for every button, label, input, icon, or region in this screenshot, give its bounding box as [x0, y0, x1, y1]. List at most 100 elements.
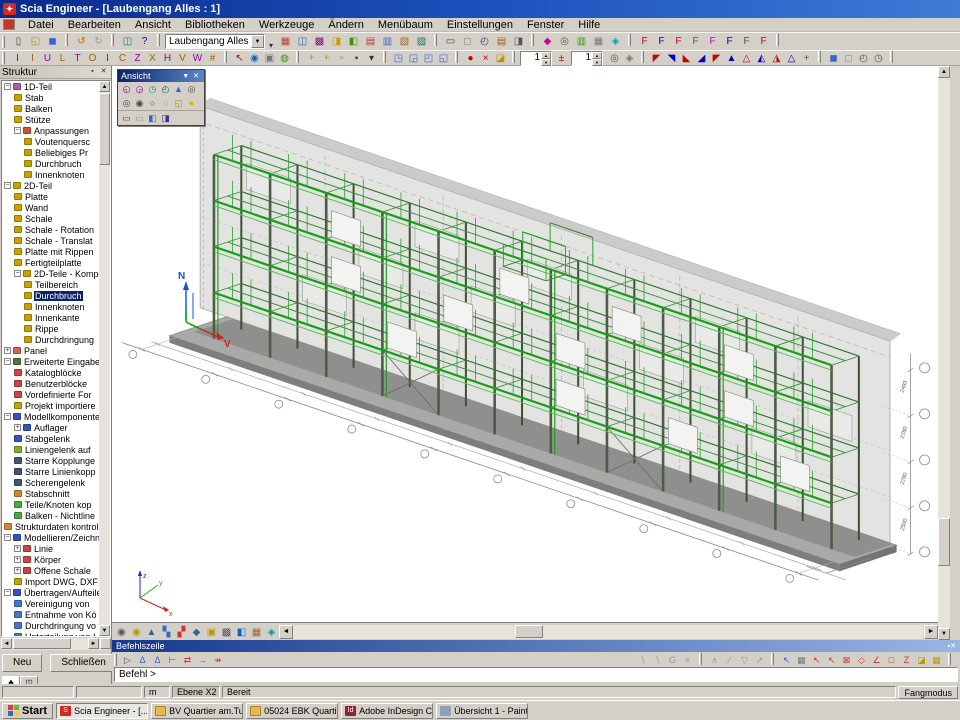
- scroll-left-icon[interactable]: ◄: [279, 625, 293, 639]
- member-icon[interactable]: ▣: [262, 51, 277, 66]
- tree-item-durchdringung-vo[interactable]: Durchdringung vo: [2, 620, 99, 631]
- profile-9-icon[interactable]: Z: [130, 51, 145, 66]
- zoom-2-icon[interactable]: ◎: [607, 51, 622, 66]
- ref-11-icon[interactable]: +: [799, 51, 814, 66]
- tree-item-innenknoten[interactable]: Innenknoten: [2, 169, 99, 180]
- tree-expander-icon[interactable]: +: [14, 567, 21, 574]
- save-view-icon[interactable]: ◼: [826, 51, 841, 66]
- tree-item-durchbruch[interactable]: Durchbruch: [2, 290, 99, 301]
- help-icon[interactable]: ?: [136, 34, 153, 49]
- toolbar-grip[interactable]: [434, 34, 437, 46]
- open-icon[interactable]: ◱: [27, 34, 44, 49]
- tree-item-unterteilung-von-i[interactable]: Unterteilung von I: [2, 631, 99, 637]
- frame-5-icon[interactable]: F: [704, 34, 721, 49]
- snap-line-icon[interactable]: ∖: [635, 653, 650, 666]
- tree-item-linie[interactable]: +Linie: [2, 543, 99, 554]
- copy-1-icon[interactable]: ◳: [391, 51, 406, 66]
- tree-expander-icon[interactable]: −: [4, 182, 11, 189]
- tree-item-import-dwg-dxf[interactable]: Import DWG, DXF: [2, 576, 99, 587]
- tree-expander-icon[interactable]: −: [4, 413, 11, 420]
- gallery-icon[interactable]: ◈: [607, 34, 624, 49]
- tree-item-teilbereich[interactable]: Teilbereich: [2, 279, 99, 290]
- activity-3-icon[interactable]: ▩: [311, 34, 328, 49]
- ref-7-icon[interactable]: △: [739, 51, 754, 66]
- redo-icon[interactable]: ↻: [90, 34, 107, 49]
- tree-expander-icon[interactable]: +: [14, 545, 21, 552]
- tree-item-innenknoten[interactable]: Innenknoten: [2, 301, 99, 312]
- tree-item-2d-teil[interactable]: −2D-Teil: [2, 180, 99, 191]
- print-icon[interactable]: ▭: [442, 34, 459, 49]
- snap-poly-icon[interactable]: ◇: [854, 653, 869, 666]
- scroll-up-icon[interactable]: ▲: [99, 81, 110, 92]
- taskbar-task[interactable]: BV Quartier am.Tu...: [151, 703, 243, 719]
- load-view-icon[interactable]: ◻: [841, 51, 856, 66]
- profile-3-icon[interactable]: U: [40, 51, 55, 66]
- volume-icon[interactable]: ▚: [159, 625, 174, 639]
- dir-y-icon[interactable]: →: [195, 653, 210, 666]
- tree-item-balken-nichtline[interactable]: Balken - Nichtline: [2, 510, 99, 521]
- tree-expander-icon[interactable]: −: [4, 358, 11, 365]
- tree-item-panel[interactable]: +Panel: [2, 345, 99, 356]
- zoom-in-icon[interactable]: ◎: [120, 97, 133, 109]
- zoom-window-icon[interactable]: ◎: [185, 83, 198, 95]
- snap-mid-icon[interactable]: ↖: [824, 653, 839, 666]
- close-icon[interactable]: ✕: [950, 642, 956, 650]
- shade-2-icon[interactable]: ◨: [159, 112, 172, 124]
- results-icon[interactable]: ▥: [573, 34, 590, 49]
- profile-7-icon[interactable]: I: [100, 51, 115, 66]
- add-2-icon[interactable]: +: [319, 51, 334, 66]
- scroll-down-icon[interactable]: ▼: [938, 628, 950, 640]
- toolbar-grip[interactable]: [65, 34, 68, 46]
- zoom-icon[interactable]: ◎: [556, 34, 573, 49]
- ref-6-icon[interactable]: ▲: [724, 51, 739, 66]
- tree-item-benutzerblöcke[interactable]: Benutzerblöcke: [2, 378, 99, 389]
- tree-item-wand[interactable]: Wand: [2, 202, 99, 213]
- folder-icon[interactable]: ◪: [493, 51, 508, 66]
- tree-item-schale-translat[interactable]: Schale - Translat: [2, 235, 99, 246]
- tree-item-rippe[interactable]: Rippe: [2, 323, 99, 334]
- chevron-down-icon[interactable]: ▼: [180, 73, 191, 80]
- frame-3-icon[interactable]: F: [670, 34, 687, 49]
- table-icon[interactable]: ▦: [590, 34, 607, 49]
- tree-item-auflager[interactable]: +Auflager: [2, 422, 99, 433]
- layout-icon[interactable]: ◨: [510, 34, 527, 49]
- toolbar-grip[interactable]: [776, 34, 779, 46]
- tree-item-vordefinierte-for[interactable]: Vordefinierte For: [2, 389, 99, 400]
- activity-8-icon[interactable]: ▧: [396, 34, 413, 49]
- tree-item-vereinigung-von[interactable]: Vereinigung von: [2, 598, 99, 609]
- menu-menübaum[interactable]: Menübaum: [371, 19, 440, 31]
- tree-item-stabgelenk[interactable]: Stabgelenk: [2, 433, 99, 444]
- snap-angle-icon[interactable]: ∠: [869, 653, 884, 666]
- viewport-horizontal-scrollbar[interactable]: [293, 625, 923, 639]
- menu-datei[interactable]: Datei: [21, 19, 61, 31]
- coord-abs-icon[interactable]: Δ: [135, 653, 150, 666]
- toolbar-grip[interactable]: [2, 36, 5, 48]
- profile-6-icon[interactable]: O: [85, 51, 100, 66]
- model-viewport[interactable]: 2500278027802493NVzxy Ansicht ▼ ✕ ◵◶◷◴▲◎…: [112, 66, 938, 640]
- menu-ändern[interactable]: Ändern: [321, 19, 370, 31]
- fangmodus-button[interactable]: Fangmodus: [898, 686, 958, 699]
- calc-icon[interactable]: ◆: [539, 34, 556, 49]
- taskbar-task[interactable]: SScia Engineer - [...: [56, 703, 148, 719]
- activity-6-icon[interactable]: ▤: [362, 34, 379, 49]
- toolbar-grip[interactable]: [818, 51, 821, 63]
- scale-icon[interactable]: ±: [554, 51, 569, 66]
- undo-icon[interactable]: ↺: [73, 34, 90, 49]
- snap-z-icon[interactable]: Z: [899, 653, 914, 666]
- toolbar-grip[interactable]: [114, 654, 117, 666]
- tree-item-starre-kopplunge[interactable]: Starre Kopplunge: [2, 455, 99, 466]
- plane-spinner[interactable]: 1 ▲▼: [571, 51, 603, 66]
- dir-x-icon[interactable]: ⇄: [180, 653, 195, 666]
- menu-hilfe[interactable]: Hilfe: [571, 19, 607, 31]
- profile-8-icon[interactable]: C: [115, 51, 130, 66]
- command-input[interactable]: Befehl >: [114, 667, 958, 682]
- copy-4-icon[interactable]: ◱: [436, 51, 451, 66]
- tree-expander-icon[interactable]: −: [4, 83, 11, 90]
- open-view-icon[interactable]: ◱: [172, 97, 185, 109]
- snap-cursor-icon[interactable]: ↖: [779, 653, 794, 666]
- save-icon[interactable]: ◼: [44, 34, 61, 49]
- tree-item-1d-teil[interactable]: −1D-Teil: [2, 81, 99, 92]
- toolbar-grip[interactable]: [512, 51, 515, 63]
- close-icon[interactable]: ✕: [191, 72, 201, 80]
- copy-2-icon[interactable]: ◲: [406, 51, 421, 66]
